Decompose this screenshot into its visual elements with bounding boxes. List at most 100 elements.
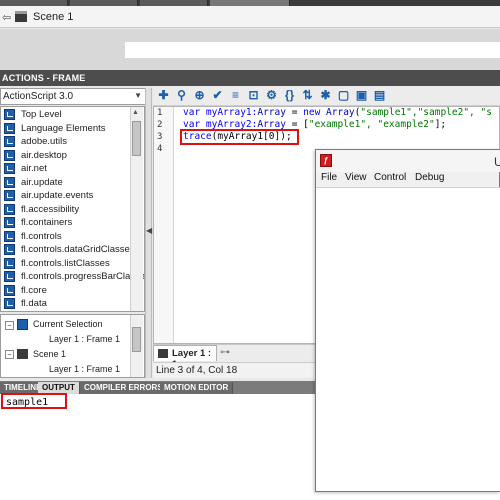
panel-title[interactable]: ACTIONS - FRAME bbox=[0, 70, 500, 86]
book-icon bbox=[4, 190, 15, 201]
collapse-toggle-icon[interactable]: − bbox=[5, 350, 14, 359]
toolbox-item[interactable]: fl.core bbox=[1, 284, 131, 297]
nav-current-selection[interactable]: Current Selection bbox=[33, 317, 103, 331]
toolbox-item-label: air.desktop bbox=[21, 149, 67, 161]
book-icon bbox=[4, 230, 15, 242]
toolbox-scroll-thumb[interactable] bbox=[132, 121, 141, 156]
stage-canvas[interactable] bbox=[125, 42, 500, 58]
menu-debug[interactable]: Debug bbox=[415, 172, 444, 183]
scene-clapper-icon bbox=[17, 349, 28, 359]
nav-scene[interactable]: Scene 1 bbox=[33, 347, 66, 361]
menu-view[interactable]: View bbox=[345, 172, 367, 183]
find-icon[interactable]: ⚲ bbox=[174, 88, 189, 103]
toolbox-item-label: fl.controls.listClasses bbox=[21, 257, 110, 269]
collapse-arrow-icon[interactable]: ◀ bbox=[146, 226, 152, 235]
menu-file[interactable]: File bbox=[321, 172, 337, 183]
scene-clapper-icon bbox=[15, 11, 27, 22]
code-token: = bbox=[285, 107, 304, 118]
toolbox-item-label: fl.controls.progressBarClasses bbox=[21, 271, 145, 282]
toolbox-item[interactable]: air.net bbox=[1, 162, 131, 175]
toolbox-item[interactable]: fl.controls.listClasses bbox=[1, 257, 131, 270]
collapse-braces-icon[interactable]: {} bbox=[282, 88, 297, 103]
book-icon bbox=[4, 284, 15, 296]
script-navigator: − Current Selection Layer 1 : Frame 1 − … bbox=[0, 314, 145, 378]
line-gutter bbox=[154, 107, 174, 343]
target-path-icon[interactable]: ⊕ bbox=[192, 88, 207, 103]
code-token: new bbox=[303, 107, 321, 118]
add-statement-icon[interactable]: ✚ bbox=[156, 88, 171, 103]
toolbox-item-label: fl.controls.dataGridClasses bbox=[21, 244, 135, 255]
code-token: Array bbox=[257, 107, 286, 118]
block-comment-icon[interactable]: ▢ bbox=[336, 88, 351, 103]
toolbox-item[interactable]: air.desktop bbox=[1, 149, 131, 162]
toolbox-item[interactable]: fl.controls.progressBarClasses bbox=[1, 270, 144, 283]
toolbox-item[interactable]: air.update bbox=[1, 176, 131, 189]
scroll-up-icon[interactable]: ▲ bbox=[132, 109, 139, 116]
back-arrow-icon[interactable]: ⇦ bbox=[2, 11, 11, 24]
layer-tab[interactable]: Layer 1 : 1 bbox=[153, 345, 217, 370]
book-icon bbox=[4, 257, 15, 269]
scene-label[interactable]: Scene 1 bbox=[33, 11, 73, 23]
code-token: ]; bbox=[434, 119, 447, 130]
collapse-selection-icon[interactable]: ⇅ bbox=[300, 88, 315, 103]
toolbox-item-label: adobe.utils bbox=[21, 136, 67, 147]
swf-menu-bar: File View Control Debug bbox=[316, 172, 500, 186]
toolbox-item[interactable]: fl.controls.dataGridClasses bbox=[1, 243, 135, 256]
toolbox-item[interactable]: Top Level bbox=[1, 108, 131, 121]
toolbox-item[interactable]: fl.data bbox=[1, 297, 131, 310]
toolbox-item-label: Language Elements bbox=[21, 122, 106, 134]
tab-compiler-errors[interactable]: COMPILER ERRORS bbox=[80, 382, 168, 394]
nav-current-frame[interactable]: Layer 1 : Frame 1 bbox=[49, 332, 120, 346]
toolbox-item[interactable]: air.update.events bbox=[1, 189, 131, 202]
book-icon bbox=[4, 109, 15, 120]
swf-stage[interactable] bbox=[316, 187, 500, 491]
toolbox-item-label: Top Level bbox=[21, 109, 62, 120]
code-token: "sample1","sample2", "s bbox=[360, 107, 492, 118]
code-token: "example1", "example2" bbox=[308, 119, 435, 130]
current-selection-icon bbox=[17, 319, 28, 330]
highlight-box bbox=[1, 393, 67, 409]
debug-options-icon[interactable]: ⚙ bbox=[264, 88, 279, 103]
code-line-1[interactable]: var myArray1:Array = new Array("sample1"… bbox=[183, 107, 492, 118]
toolbox-item[interactable]: fl.containers bbox=[1, 216, 131, 229]
chevron-down-icon: ▼ bbox=[134, 91, 142, 100]
check-syntax-icon[interactable]: ✔ bbox=[210, 88, 225, 103]
collapse-toggle-icon[interactable]: − bbox=[5, 321, 14, 330]
actions-toolbox: Top Level Language Elements adobe.utils … bbox=[0, 106, 145, 312]
swf-title-bar[interactable] bbox=[316, 150, 500, 172]
tab-motion-editor[interactable]: MOTION EDITOR bbox=[160, 382, 234, 394]
book-icon bbox=[4, 271, 15, 282]
toolbox-item[interactable]: fl.controls bbox=[1, 230, 131, 243]
navigator-scroll-thumb[interactable] bbox=[132, 327, 141, 352]
toolbox-item-label: air.net bbox=[21, 163, 47, 174]
toolbox-item-label: air.update bbox=[21, 176, 63, 188]
book-icon bbox=[4, 149, 15, 161]
book-icon bbox=[4, 203, 15, 215]
pin-script-icon[interactable]: ⊶ bbox=[220, 347, 230, 358]
line-comment-icon[interactable]: ▣ bbox=[354, 88, 369, 103]
code-hint-icon[interactable]: ⊡ bbox=[246, 88, 261, 103]
toolbox-item[interactable]: Language Elements bbox=[1, 122, 131, 135]
line-number: 4 bbox=[157, 144, 163, 154]
toolbox-item-label: air.update.events bbox=[21, 190, 94, 201]
toolbox-item[interactable]: adobe.utils bbox=[1, 135, 131, 148]
line-number: 1 bbox=[157, 108, 163, 118]
scene-bar: ⇦ Scene 1 bbox=[0, 6, 500, 28]
book-icon bbox=[4, 217, 15, 228]
menu-control[interactable]: Control bbox=[374, 172, 406, 183]
auto-format-icon[interactable]: ≡ bbox=[228, 88, 243, 103]
code-token: Array bbox=[326, 107, 355, 118]
nav-scene-frame[interactable]: Layer 1 : Frame 1 bbox=[49, 362, 120, 376]
expand-all-icon[interactable]: ✱ bbox=[318, 88, 333, 103]
toolbox-item[interactable]: fl.accessibility bbox=[1, 203, 131, 216]
language-select[interactable]: ActionScript 3.0 ▼ bbox=[0, 88, 146, 105]
toolbox-item-label: fl.controls bbox=[21, 230, 62, 242]
language-select-value: ActionScript 3.0 bbox=[3, 91, 74, 102]
book-icon bbox=[4, 244, 15, 255]
book-icon bbox=[4, 176, 15, 188]
line-number: 2 bbox=[157, 120, 163, 130]
code-token: var myArray1: bbox=[183, 107, 258, 118]
remove-comment-icon[interactable]: ▤ bbox=[372, 88, 387, 103]
layer-icon bbox=[158, 349, 168, 358]
toolbox-item-label: fl.containers bbox=[21, 217, 73, 228]
